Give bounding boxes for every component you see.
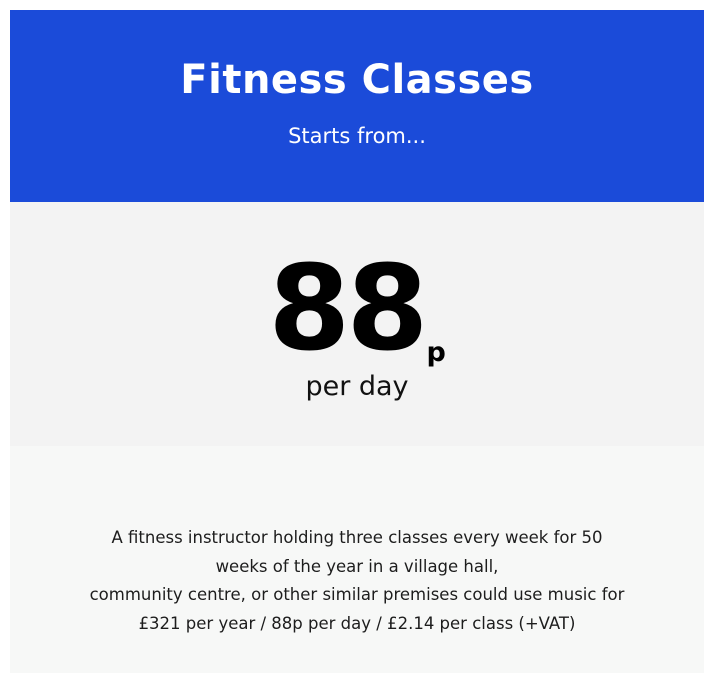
description-line: A fitness instructor holding three class… [111,528,603,547]
description-line: weeks of the year in a village hall, [215,556,499,576]
pricing-card: Fitness Classes Starts from... 88p per d… [10,10,704,673]
description-text: A fitness instructor holding three class… [40,524,674,638]
price-display: 88p [10,244,704,372]
card-subtitle: Starts from... [288,124,426,148]
description-line: community centre, or other similar premi… [89,585,625,604]
card-header: Fitness Classes Starts from... [10,10,704,202]
description-line: £321 per year / 88p per day / £2.14 per … [138,613,576,633]
price-unit: p [426,337,446,368]
card-title: Fitness Classes [180,57,534,103]
price-value: 88 [268,239,428,377]
price-period: per day [305,371,409,402]
price-panel: 88p per day [10,202,704,446]
description-panel: A fitness instructor holding three class… [10,446,704,673]
